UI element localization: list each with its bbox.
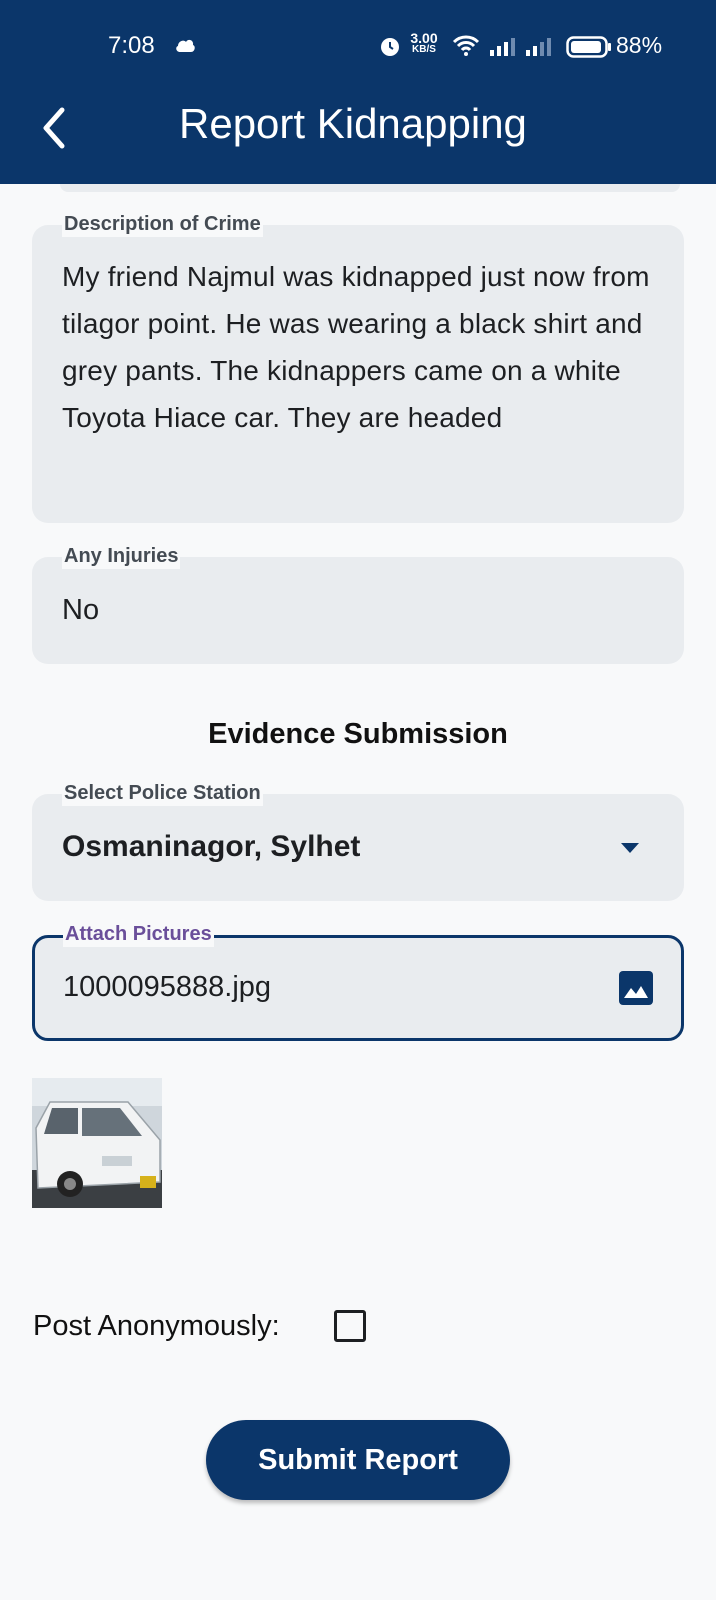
evidence-heading: Evidence Submission — [208, 718, 508, 750]
image-icon[interactable] — [619, 971, 653, 1005]
police-station-label: Select Police Station — [62, 780, 263, 806]
injuries-label: Any Injuries — [62, 543, 181, 569]
status-bar: 7:08 3.00 KB/S 88% — [0, 0, 716, 90]
injuries-field[interactable]: Any Injuries No — [32, 543, 684, 664]
police-station-value: Osmaninagor, Sylhet — [62, 830, 361, 863]
previous-field-edge — [60, 184, 680, 192]
alarm-icon — [381, 38, 399, 56]
description-field[interactable]: Description of Crime My friend Najmul wa… — [32, 211, 684, 523]
weather-icon — [176, 39, 195, 52]
description-text[interactable]: My friend Najmul was kidnapped just now … — [62, 253, 652, 441]
description-label: Description of Crime — [62, 211, 263, 237]
battery-percent: 88% — [616, 32, 663, 58]
app-bar: 7:08 3.00 KB/S 88% Report Kidnapping — [0, 0, 716, 184]
police-station-dropdown[interactable]: Select Police Station Osmaninagor, Sylhe… — [32, 780, 684, 901]
chevron-left-icon — [43, 107, 65, 149]
wifi-icon — [452, 35, 480, 56]
network-speed: 3.00 KB/S — [405, 30, 443, 56]
network-speed-value: 3.00 — [410, 30, 438, 46]
submit-report-button[interactable]: Submit Report — [206, 1420, 510, 1500]
page-title: Report Kidnapping — [179, 100, 527, 147]
battery-icon — [566, 36, 611, 58]
post-anonymously-label: Post Anonymously: — [33, 1310, 280, 1342]
signal-icon — [490, 38, 515, 56]
dropdown-arrow-icon — [621, 843, 639, 853]
post-anonymously-checkbox[interactable] — [334, 1310, 366, 1342]
attach-pictures-label: Attach Pictures — [63, 921, 214, 947]
attached-image-thumbnail[interactable] — [32, 1078, 162, 1208]
attach-pictures-field[interactable]: Attach Pictures 1000095888.jpg — [32, 921, 684, 1041]
injuries-value[interactable]: No — [62, 594, 99, 627]
attach-pictures-value[interactable]: 1000095888.jpg — [63, 971, 271, 1004]
back-button[interactable] — [34, 102, 78, 154]
status-time: 7:08 — [108, 32, 155, 59]
signal-icon — [526, 38, 551, 56]
